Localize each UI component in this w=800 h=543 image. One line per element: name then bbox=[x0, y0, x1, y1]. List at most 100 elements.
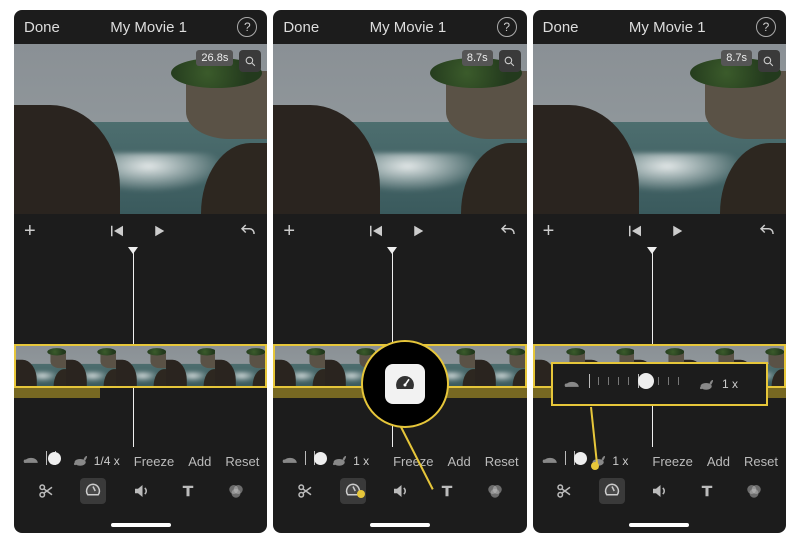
speed-slider[interactable] bbox=[589, 377, 688, 391]
speed-row: 1 x Freeze Add Reset bbox=[281, 451, 518, 471]
volume-tool[interactable] bbox=[387, 478, 413, 504]
timeline[interactable] bbox=[14, 248, 267, 447]
play-icon[interactable] bbox=[668, 222, 686, 240]
freeze-button[interactable]: Freeze bbox=[393, 454, 433, 469]
turtle-icon bbox=[22, 454, 40, 468]
gauge-icon bbox=[385, 364, 425, 404]
video-preview[interactable]: 8.7s bbox=[273, 44, 526, 214]
speed-value: 1 x bbox=[353, 454, 387, 468]
reset-button[interactable]: Reset bbox=[744, 454, 778, 469]
speed-actions: Freeze Add Reset bbox=[652, 454, 778, 469]
done-button[interactable]: Done bbox=[283, 19, 319, 36]
selected-clip[interactable] bbox=[14, 344, 267, 388]
reset-button[interactable]: Reset bbox=[485, 454, 519, 469]
callout-speed-icon bbox=[361, 340, 449, 428]
zoom-icon[interactable] bbox=[239, 50, 261, 72]
cut-tool[interactable] bbox=[551, 478, 577, 504]
cut-tool[interactable] bbox=[292, 478, 318, 504]
turtle-icon bbox=[541, 454, 559, 468]
speed-tool[interactable] bbox=[80, 478, 106, 504]
help-icon[interactable]: ? bbox=[756, 17, 776, 37]
speed-slider[interactable] bbox=[305, 454, 323, 468]
callout-speed-slider: 1 x bbox=[551, 362, 768, 406]
add-media-button[interactable]: + bbox=[543, 220, 555, 243]
playback-bar: + bbox=[14, 214, 267, 248]
filters-tool[interactable] bbox=[482, 478, 508, 504]
project-title: My Movie 1 bbox=[629, 19, 706, 36]
rabbit-icon bbox=[329, 454, 347, 468]
turtle-icon bbox=[563, 377, 581, 391]
phone-screen-3: Done My Movie 1?8.7s +1 x Freeze Add Reset 1 x bbox=[533, 10, 786, 533]
tool-row bbox=[541, 477, 778, 505]
speed-band bbox=[14, 388, 100, 398]
undo-icon[interactable] bbox=[239, 222, 257, 240]
filters-tool[interactable] bbox=[223, 478, 249, 504]
filters-tool[interactable] bbox=[741, 478, 767, 504]
zoom-icon[interactable] bbox=[499, 50, 521, 72]
bottom-controls: 1/4 x Freeze Add Reset bbox=[14, 447, 267, 521]
freeze-button[interactable]: Freeze bbox=[652, 454, 692, 469]
bottom-controls: 1 x Freeze Add Reset bbox=[533, 447, 786, 521]
home-indicator bbox=[629, 523, 689, 527]
tool-row bbox=[281, 477, 518, 505]
help-icon[interactable]: ? bbox=[237, 17, 257, 37]
titles-tool[interactable] bbox=[694, 478, 720, 504]
cut-tool[interactable] bbox=[33, 478, 59, 504]
tool-row bbox=[22, 477, 259, 505]
titles-tool[interactable] bbox=[434, 478, 460, 504]
header: Done My Movie 1? bbox=[533, 10, 786, 44]
skip-back-icon[interactable] bbox=[626, 222, 644, 240]
rabbit-icon bbox=[70, 454, 88, 468]
skip-back-icon[interactable] bbox=[367, 222, 385, 240]
timeline[interactable] bbox=[533, 248, 786, 447]
video-preview[interactable]: 8.7s bbox=[533, 44, 786, 214]
bottom-controls: 1 x Freeze Add Reset bbox=[273, 447, 526, 521]
rabbit-icon bbox=[696, 377, 714, 391]
speed-actions: Freeze Add Reset bbox=[134, 454, 260, 469]
add-media-button[interactable]: + bbox=[24, 220, 36, 243]
reset-button[interactable]: Reset bbox=[225, 454, 259, 469]
header: Done My Movie 1? bbox=[273, 10, 526, 44]
duration-badge: 26.8s bbox=[196, 50, 233, 66]
phone-screen-2: Done My Movie 1?8.7s +1 x Freeze Add Reset bbox=[273, 10, 526, 533]
home-indicator bbox=[370, 523, 430, 527]
help-icon[interactable]: ? bbox=[497, 17, 517, 37]
play-icon[interactable] bbox=[150, 222, 168, 240]
undo-icon[interactable] bbox=[758, 222, 776, 240]
freeze-button[interactable]: Freeze bbox=[134, 454, 174, 469]
done-button[interactable]: Done bbox=[24, 19, 60, 36]
home-indicator bbox=[111, 523, 171, 527]
titles-tool[interactable] bbox=[175, 478, 201, 504]
skip-back-icon[interactable] bbox=[108, 222, 126, 240]
duration-badge: 8.7s bbox=[462, 50, 493, 66]
add-button[interactable]: Add bbox=[707, 454, 730, 469]
play-icon[interactable] bbox=[409, 222, 427, 240]
speed-value: 1/4 x bbox=[94, 454, 128, 468]
volume-tool[interactable] bbox=[128, 478, 154, 504]
duration-badge: 8.7s bbox=[721, 50, 752, 66]
header: Done My Movie 1? bbox=[14, 10, 267, 44]
undo-icon[interactable] bbox=[499, 222, 517, 240]
add-button[interactable]: Add bbox=[448, 454, 471, 469]
speed-slider[interactable] bbox=[565, 454, 583, 468]
speed-tool[interactable] bbox=[599, 478, 625, 504]
speed-actions: Freeze Add Reset bbox=[393, 454, 519, 469]
project-title: My Movie 1 bbox=[370, 19, 447, 36]
volume-tool[interactable] bbox=[646, 478, 672, 504]
playback-bar: + bbox=[533, 214, 786, 248]
done-button[interactable]: Done bbox=[543, 19, 579, 36]
phone-screen-1: Done My Movie 1?26.8s +1/4 x Freeze Add Reset bbox=[14, 10, 267, 533]
project-title: My Movie 1 bbox=[110, 19, 187, 36]
add-media-button[interactable]: + bbox=[283, 220, 295, 243]
speed-slider[interactable] bbox=[46, 454, 64, 468]
turtle-icon bbox=[281, 454, 299, 468]
speed-value: 1 x bbox=[612, 454, 646, 468]
video-preview[interactable]: 26.8s bbox=[14, 44, 267, 214]
zoom-icon[interactable] bbox=[758, 50, 780, 72]
speed-value: 1 x bbox=[722, 377, 756, 391]
playback-bar: + bbox=[273, 214, 526, 248]
speed-row: 1 x Freeze Add Reset bbox=[541, 451, 778, 471]
callout-dot bbox=[591, 462, 599, 470]
add-button[interactable]: Add bbox=[188, 454, 211, 469]
speed-row: 1/4 x Freeze Add Reset bbox=[22, 451, 259, 471]
